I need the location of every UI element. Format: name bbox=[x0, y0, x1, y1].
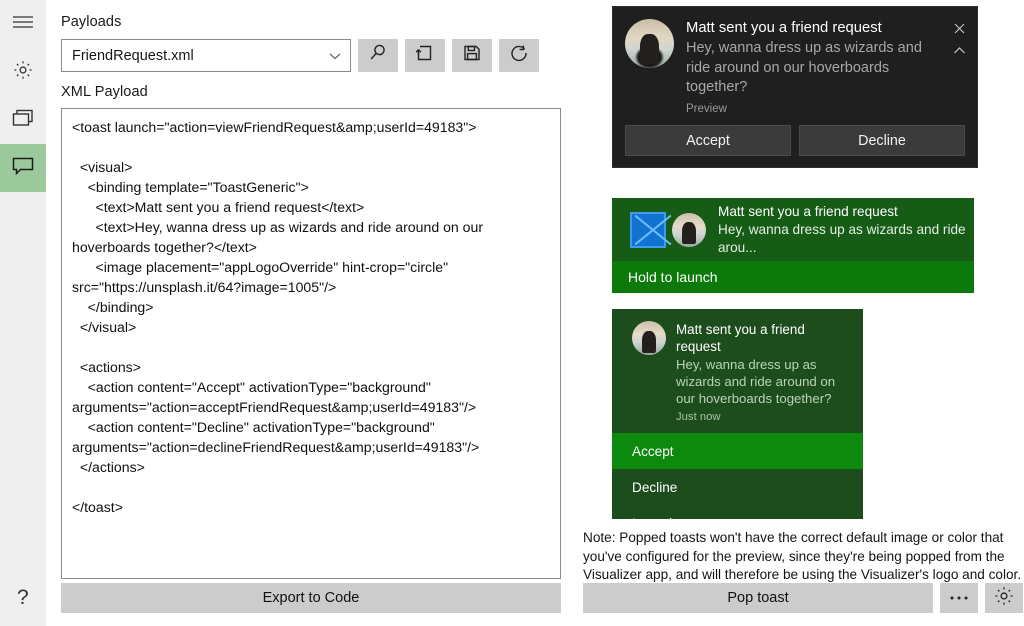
more-options-button[interactable] bbox=[940, 583, 978, 613]
xml-payload-text: <toast launch="action=viewFriendRequest&… bbox=[72, 119, 484, 515]
decline-action[interactable]: Decline bbox=[612, 469, 863, 505]
preview-panel: Matt sent you a friend request Hey, wann… bbox=[578, 0, 1024, 626]
accept-button[interactable]: Accept bbox=[625, 125, 791, 156]
payload-toolbar-row: FriendRequest.xml bbox=[61, 39, 539, 72]
toast-preview-actions: Accept Decline bbox=[625, 125, 965, 156]
export-to-code-button[interactable]: Export to Code bbox=[61, 583, 561, 613]
toast-card-text: Matt sent you a friend request Hey, wann… bbox=[676, 321, 853, 423]
preview-note: Note: Popped toasts won't have the corre… bbox=[583, 530, 1022, 582]
toast-preview-title: Matt sent you a friend request bbox=[686, 20, 882, 36]
payloads-label: Payloads bbox=[61, 14, 122, 30]
toast-preview-icons bbox=[949, 19, 969, 63]
tiles-icon bbox=[11, 108, 35, 133]
toast-banner-title: Matt sent you a friend request bbox=[718, 203, 898, 219]
xml-payload-editor[interactable]: <toast launch="action=viewFriendRequest&… bbox=[61, 108, 561, 579]
preview-settings-button[interactable] bbox=[985, 583, 1023, 613]
avatar bbox=[672, 212, 706, 247]
ellipsis-icon bbox=[948, 589, 970, 607]
chevron-up-icon bbox=[953, 43, 966, 61]
search-button[interactable] bbox=[358, 39, 398, 72]
toast-preview-text: Matt sent you a friend request Hey, wann… bbox=[686, 19, 967, 115]
toast-card-body: Hey, wanna dress up as wizards and ride … bbox=[676, 357, 836, 406]
toast-banner-top: Matt sent you a friend request Hey, wann… bbox=[612, 198, 974, 261]
avatar bbox=[632, 321, 666, 355]
gear-icon bbox=[12, 59, 34, 86]
refresh-button[interactable] bbox=[499, 39, 539, 72]
nav-rail: ? bbox=[0, 0, 46, 626]
xml-payload-label: XML Payload bbox=[61, 84, 148, 100]
sidebar-item-tiles[interactable] bbox=[0, 96, 46, 144]
avatar bbox=[625, 19, 674, 68]
toast-preview-body-text: Hey, wanna dress up as wizards and ride … bbox=[686, 40, 922, 95]
chat-bubble-icon bbox=[11, 156, 35, 181]
open-button[interactable] bbox=[405, 39, 445, 72]
open-file-icon bbox=[415, 43, 435, 68]
toast-banner-text: Matt sent you a friend request Hey, wann… bbox=[718, 203, 974, 257]
toast-preview-attribution: Preview bbox=[686, 102, 727, 115]
hold-to-launch-bar[interactable]: Hold to launch bbox=[612, 261, 974, 293]
svg-text:?: ? bbox=[17, 586, 29, 609]
magnifier-icon bbox=[368, 43, 388, 68]
floppy-disk-icon bbox=[462, 43, 482, 68]
toast-card[interactable]: Matt sent you a friend request Hey, wann… bbox=[612, 309, 863, 531]
hamburger-menu-button[interactable] bbox=[0, 0, 46, 48]
chevron-down-icon bbox=[328, 49, 342, 63]
toast-banner[interactable]: Matt sent you a friend request Hey, wann… bbox=[612, 198, 974, 293]
toast-preview-body: Matt sent you a friend request Hey, wann… bbox=[613, 7, 977, 115]
sidebar-item-toasts[interactable] bbox=[0, 144, 46, 192]
collapse-button[interactable] bbox=[949, 41, 969, 63]
app-window: ? Payloads FriendRequest.xml XML Payload… bbox=[0, 0, 1024, 626]
broken-image-icon bbox=[630, 211, 666, 248]
payload-panel: Payloads FriendRequest.xml XML Payload <… bbox=[46, 0, 578, 626]
payload-select-value: FriendRequest.xml bbox=[72, 47, 194, 64]
toast-card-head: Matt sent you a friend request Hey, wann… bbox=[612, 309, 863, 433]
toast-banner-body: Hey, wanna dress up as wizards and ride … bbox=[718, 221, 966, 255]
sidebar-item-settings[interactable] bbox=[0, 48, 46, 96]
payload-select[interactable]: FriendRequest.xml bbox=[61, 39, 351, 72]
refresh-icon bbox=[509, 43, 529, 68]
question-mark-icon: ? bbox=[13, 584, 33, 615]
help-button[interactable]: ? bbox=[0, 572, 46, 626]
toast-preview[interactable]: Matt sent you a friend request Hey, wann… bbox=[612, 6, 978, 168]
toast-card-title: Matt sent you a friend request bbox=[676, 322, 805, 354]
decline-button[interactable]: Decline bbox=[799, 125, 965, 156]
gear-icon bbox=[993, 585, 1015, 612]
hamburger-menu-icon bbox=[12, 14, 34, 35]
toast-card-timestamp: Just now bbox=[676, 411, 721, 423]
close-button[interactable] bbox=[949, 19, 969, 41]
close-icon bbox=[954, 21, 965, 39]
preview-bottom-bar: Pop toast bbox=[583, 583, 1023, 613]
pop-toast-button[interactable]: Pop toast bbox=[583, 583, 933, 613]
save-button[interactable] bbox=[452, 39, 492, 72]
accept-action[interactable]: Accept bbox=[612, 433, 863, 469]
